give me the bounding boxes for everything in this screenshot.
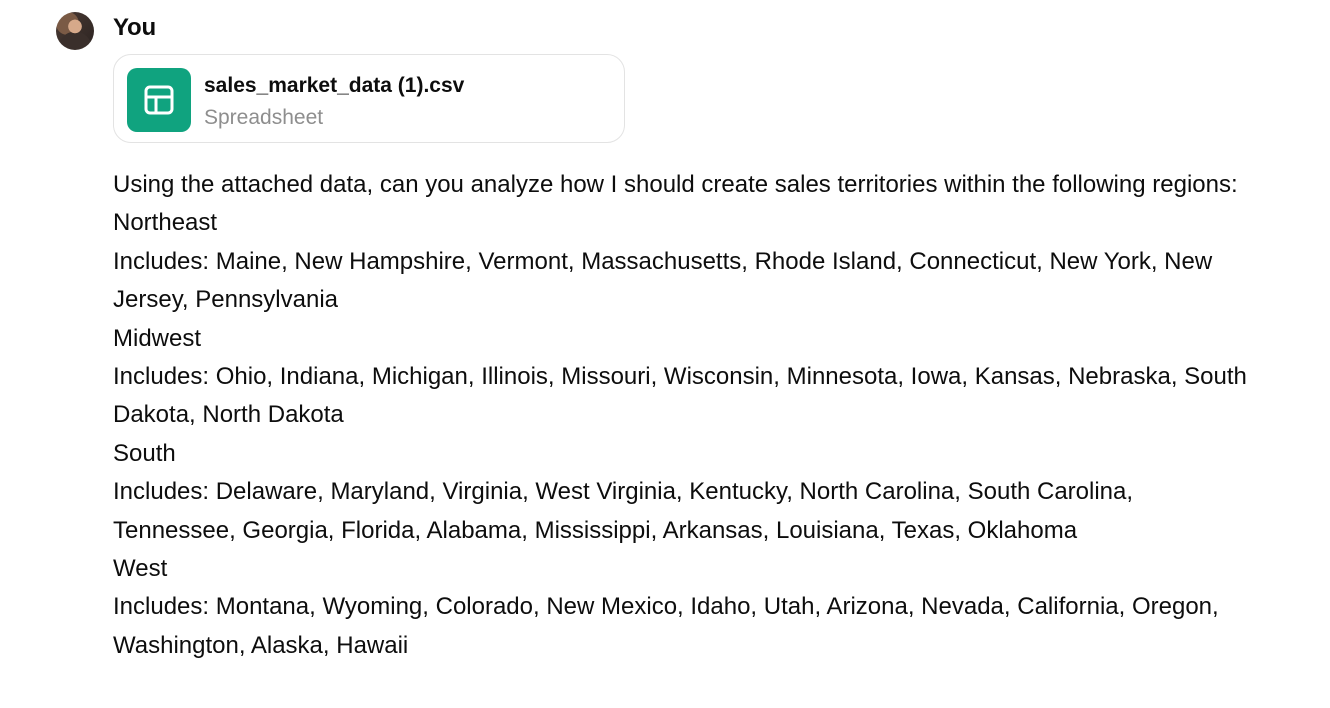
attachment-filename: sales_market_data (1).csv xyxy=(204,74,465,97)
region-heading-west: West xyxy=(113,555,168,583)
region-heading-northeast: Northeast xyxy=(113,209,218,237)
region-heading-south: South xyxy=(113,439,176,467)
region-states-northeast: Includes: Maine, New Hampshire, Vermont,… xyxy=(113,247,1213,314)
prompt-line: Using the attached data, can you analyze… xyxy=(113,171,1238,198)
region-heading-midwest: Midwest xyxy=(113,324,202,352)
message-author: You xyxy=(113,14,156,41)
user-message: You sales_market_data (1).csv Spreadshee… xyxy=(0,0,1330,708)
spreadsheet-icon xyxy=(127,68,191,132)
attachment-filetype: Spreadsheet xyxy=(204,106,324,129)
message-text: Using the attached data, can you analyze… xyxy=(113,166,1253,665)
region-states-west: Includes: Montana, Wyoming, Colorado, Ne… xyxy=(113,593,1219,659)
user-avatar[interactable] xyxy=(56,12,94,50)
region-states-midwest: Includes: Ohio, Indiana, Michigan, Illin… xyxy=(113,363,1247,429)
file-attachment[interactable]: sales_market_data (1).csv Spreadsheet xyxy=(113,54,625,143)
region-states-south: Includes: Delaware, Maryland, Virginia, … xyxy=(113,478,1134,544)
